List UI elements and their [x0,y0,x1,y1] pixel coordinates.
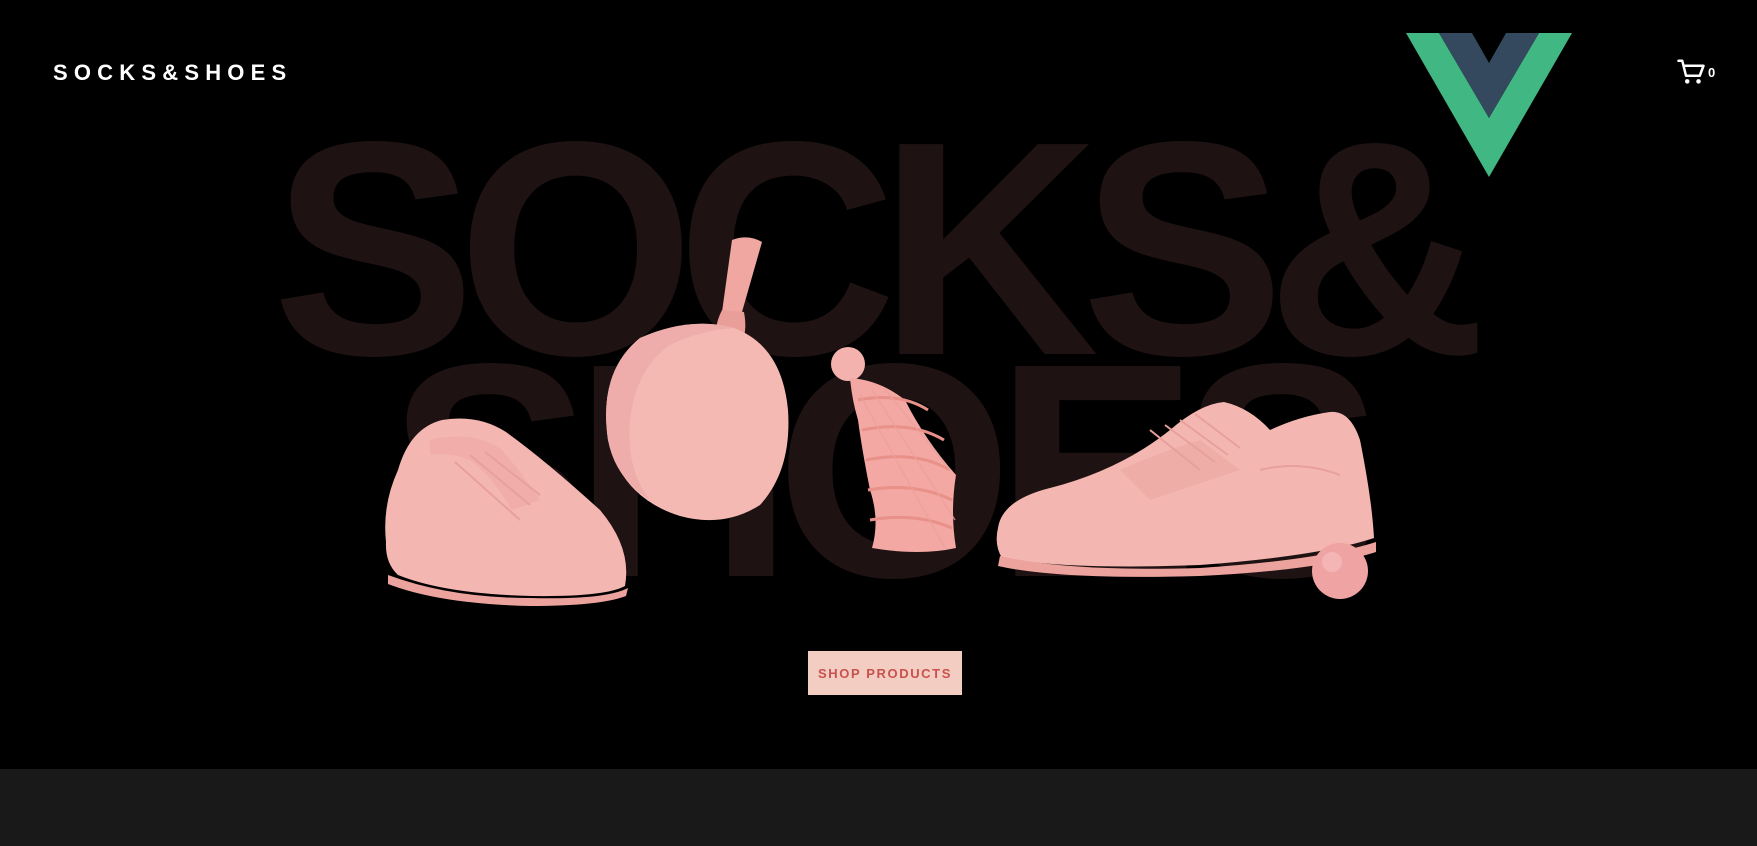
right-sneaker-image [996,402,1376,577]
shop-products-button[interactable]: SHOP PRODUCTS [808,651,962,695]
ping-pong-paddle-image [606,237,789,521]
left-sneaker-image [385,418,628,606]
cart-button[interactable]: 0 [1676,57,1715,87]
ping-pong-ball-image [1312,543,1368,599]
shuttlecock-image [831,347,956,552]
vue-logo-icon [1406,33,1572,177]
cart-count-badge: 0 [1708,65,1716,80]
shopping-cart-icon [1677,59,1705,84]
brand-logo-text[interactable]: SOCKS&SHOES [53,60,292,86]
next-section-band [0,769,1757,846]
